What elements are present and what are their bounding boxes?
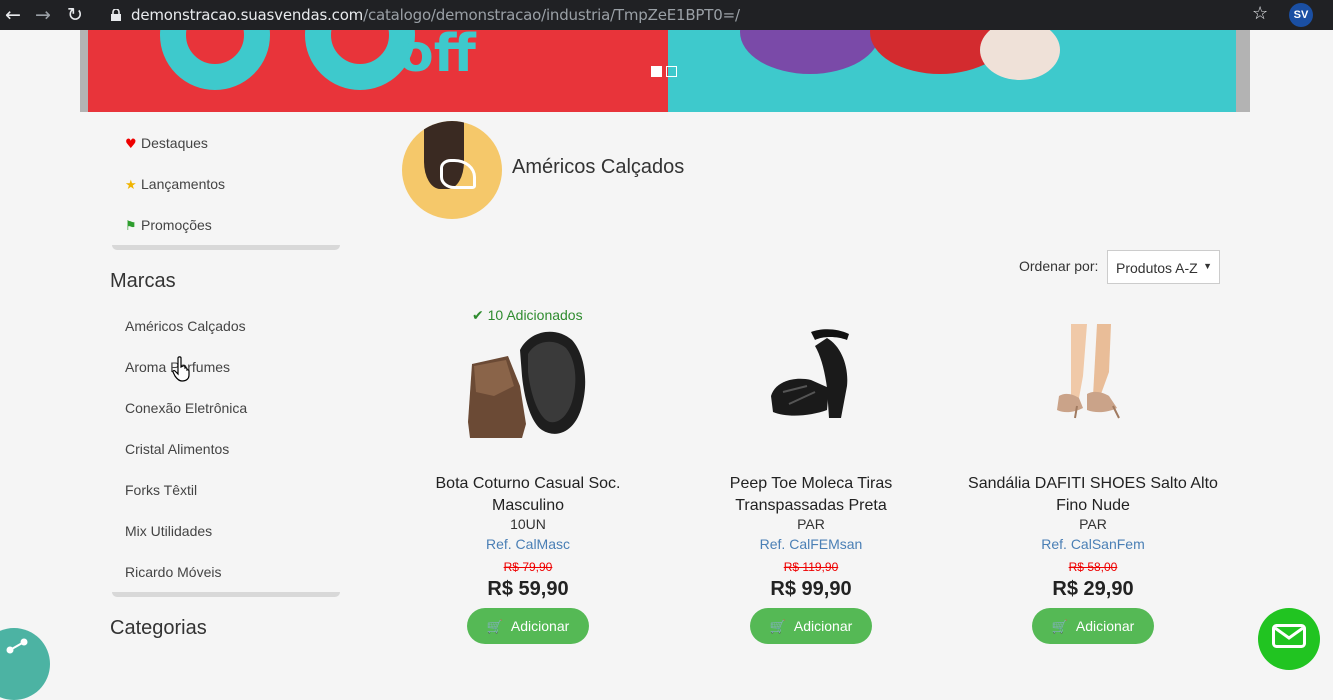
cart-icon: 🛒: [486, 620, 503, 635]
sidebar-item-destaques[interactable]: ♥ Destaques: [125, 135, 208, 152]
brand-link[interactable]: Ricardo Móveis: [125, 564, 221, 580]
product-image-boot[interactable]: [464, 326, 590, 442]
brand-link[interactable]: Américos Calçados: [125, 318, 246, 334]
old-price: R$ 119,90: [783, 560, 839, 574]
sidebar-item-promocoes[interactable]: ⚑ Promoções: [125, 217, 212, 234]
bookmark-star-icon[interactable]: ☆: [1252, 3, 1268, 24]
forward-arrow-icon[interactable]: →: [32, 4, 54, 26]
product-name[interactable]: Peep Toe Moleca Tiras Transpassadas Pret…: [681, 473, 941, 517]
categories-heading: Categorias: [110, 617, 207, 639]
mail-icon: [1272, 624, 1306, 648]
divider: [112, 245, 340, 250]
product-image-sandal[interactable]: [767, 326, 853, 422]
slider-dot[interactable]: [666, 66, 677, 77]
price: R$ 29,90: [1052, 578, 1134, 600]
add-to-cart-button[interactable]: 🛒 Adicionar: [467, 608, 589, 644]
product-ref: Ref. CalFEMsan: [759, 536, 863, 552]
reload-icon[interactable]: ↻: [64, 4, 86, 26]
product-card: Sandália DAFITI SHOES Salto Alto Fino Nu…: [963, 0, 1223, 652]
old-price: R$ 79,90: [503, 560, 553, 574]
cart-icon: 🛒: [769, 620, 786, 635]
add-to-cart-button[interactable]: 🛒 Adicionar: [1032, 608, 1154, 644]
product-image-heels[interactable]: [1053, 324, 1137, 420]
product-name[interactable]: Sandália DAFITI SHOES Salto Alto Fino Nu…: [963, 473, 1223, 517]
lock-icon: [111, 9, 121, 21]
product-card: Peep Toe Moleca Tiras Transpassadas Pret…: [681, 0, 941, 652]
product-ref: Ref. CalSanFem: [1041, 536, 1145, 552]
sidebar-item-lancamentos[interactable]: ★ Lançamentos: [125, 176, 225, 193]
divider: [112, 592, 340, 597]
share-button[interactable]: [0, 628, 50, 700]
heart-icon: ♥: [125, 137, 137, 152]
brand-link[interactable]: Conexão Eletrônica: [125, 400, 247, 416]
extension-icon[interactable]: SV: [1289, 3, 1313, 27]
add-to-cart-button[interactable]: 🛒 Adicionar: [750, 608, 872, 644]
price: R$ 99,90: [770, 578, 852, 600]
brands-heading: Marcas: [110, 270, 176, 292]
hand-cursor-icon: [172, 356, 190, 382]
product-name[interactable]: Bota Coturno Casual Soc. Masculino: [398, 473, 658, 517]
back-arrow-icon[interactable]: ←: [2, 4, 24, 26]
contact-button[interactable]: [1258, 608, 1320, 670]
product-unit: 10UN: [510, 516, 546, 532]
product-card: Bota Coturno Casual Soc. Masculino 10UN …: [398, 0, 658, 652]
old-price: R$ 58,00: [1068, 560, 1118, 574]
price: R$ 59,90: [487, 578, 569, 600]
brand-link[interactable]: Forks Têxtil: [125, 482, 197, 498]
product-unit: PAR: [1079, 516, 1107, 532]
brand-link[interactable]: Mix Utilidades: [125, 523, 212, 539]
brand-link[interactable]: Cristal Alimentos: [125, 441, 229, 457]
product-unit: PAR: [797, 516, 825, 532]
tags-icon: ⚑: [125, 219, 137, 234]
product-ref: Ref. CalMasc: [485, 536, 571, 552]
star-icon: ★: [125, 178, 137, 193]
cart-icon: 🛒: [1051, 620, 1068, 635]
share-icon: [6, 638, 28, 654]
